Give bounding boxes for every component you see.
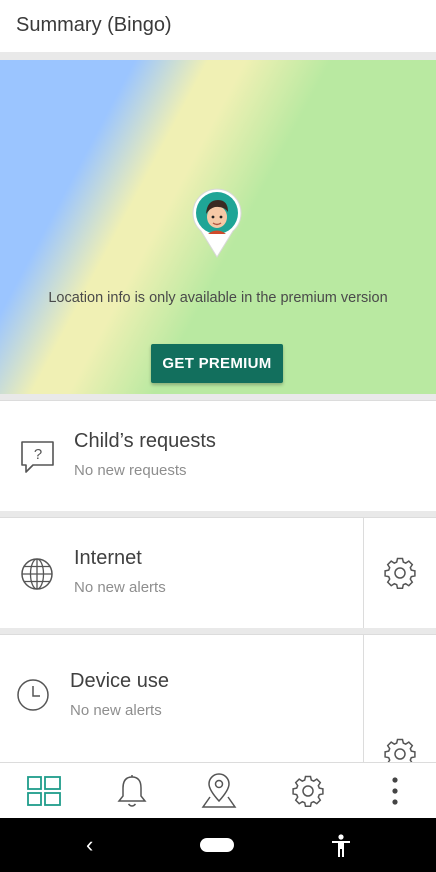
card-title: Child’s requests [74, 430, 216, 452]
premium-location-notice: Location info is only available in the p… [48, 290, 388, 306]
card-subtitle: No new requests [74, 462, 187, 479]
clock-icon [17, 679, 49, 711]
nav-settings[interactable] [288, 771, 328, 811]
card-title: Device use [70, 670, 169, 692]
bottom-navigation [0, 762, 436, 819]
card-divider [363, 635, 364, 763]
gear-icon [292, 775, 324, 808]
card-subtitle: No new alerts [70, 702, 162, 719]
nav-location[interactable] [199, 771, 239, 811]
back-icon[interactable]: ‹ [86, 832, 93, 858]
system-navigation-bar: ‹ [0, 818, 436, 872]
card-subtitle: No new alerts [74, 579, 166, 596]
accessibility-icon[interactable] [330, 834, 352, 858]
page-title: Summary (Bingo) [16, 14, 172, 36]
chat-question-icon: ? [21, 441, 54, 473]
internet-card[interactable]: Internet No new alerts [0, 517, 436, 629]
svg-text:?: ? [34, 446, 42, 463]
child-avatar-pin-icon[interactable] [191, 187, 243, 259]
location-map[interactable]: Location info is only available in the p… [0, 60, 436, 394]
map-pin-icon [201, 773, 237, 808]
dashboard-icon [27, 776, 61, 806]
internet-settings-gear-icon[interactable] [383, 556, 417, 590]
get-premium-button[interactable]: GET PREMIUM [151, 344, 283, 383]
more-vertical-icon [392, 777, 398, 805]
home-icon[interactable] [200, 838, 234, 852]
card-title: Internet [74, 547, 142, 569]
app-header: Summary (Bingo) [0, 0, 436, 52]
header-separator [0, 52, 436, 60]
nav-more[interactable] [375, 771, 415, 811]
globe-icon [21, 558, 53, 590]
nav-notifications[interactable] [112, 771, 152, 811]
nav-dashboard[interactable] [24, 771, 64, 811]
device-use-card[interactable]: Device use No new alerts [0, 634, 436, 771]
card-divider [363, 518, 364, 628]
bell-icon [117, 775, 147, 807]
childs-requests-card[interactable]: ? Child’s requests No new requests [0, 400, 436, 512]
